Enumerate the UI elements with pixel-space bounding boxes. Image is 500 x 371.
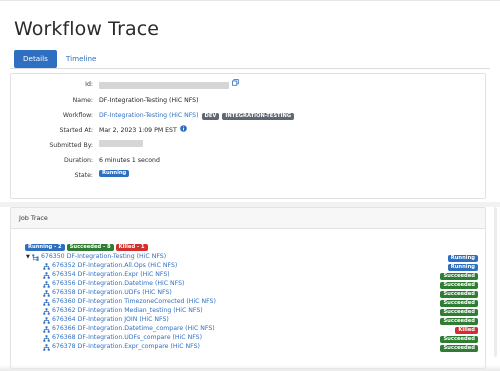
tree-job-link[interactable]: 676358 DF-Integration.UDFs (HiC NFS) <box>52 289 172 298</box>
id-label: Id: <box>85 81 93 88</box>
started-value: Mar 2, 2023 1:09 PM EST <box>99 127 177 134</box>
submitted-label: Submitted By: <box>49 142 93 149</box>
job-trace-header: Job Trace <box>11 208 485 229</box>
name-label: Name: <box>72 97 93 104</box>
state-row: State: Running <box>11 170 485 182</box>
tab-timeline[interactable]: Timeline <box>57 50 106 68</box>
summary-killed[interactable]: Killed - 1 <box>115 244 148 251</box>
tree-row: 676360 DF-Integration TimezoneCorrected … <box>11 298 485 307</box>
info-icon[interactable] <box>179 125 187 137</box>
job-trace-panel: Job Trace Running - 2 Succeeded - 8 Kill… <box>10 207 486 369</box>
tree-job-status: Succeeded <box>440 336 478 343</box>
caret-down-icon[interactable]: ▼ <box>26 253 30 262</box>
tree-job-status: Succeeded <box>440 345 478 352</box>
tree-job-link[interactable]: 676352 DF-Integration.All.Ops (HiC NFS) <box>52 262 177 271</box>
tree-job-link[interactable]: 676378 DF-Integration.Expr_compare (HiC … <box>52 343 200 352</box>
tree-row: 676352 DF-Integration.All.Ops (HiC NFS) … <box>11 262 485 271</box>
state-label: State: <box>74 172 93 179</box>
tree-job-link[interactable]: 676362 DF-Integration Median_testing (Hi… <box>52 307 203 316</box>
redacted-id <box>99 81 229 89</box>
tree-job-status: Succeeded <box>440 282 478 289</box>
duration-value: 6 minutes 1 second <box>99 157 160 164</box>
tree-job-status: Killed <box>455 327 478 334</box>
tree-job-status: Succeeded <box>440 318 478 325</box>
tree-job-link[interactable]: 676364 DF-Integration JOIN (HiC NFS) <box>52 316 169 325</box>
tree-row: 676364 DF-Integration JOIN (HiC NFS) Suc… <box>11 316 485 325</box>
tree-job-link[interactable]: 676368 DF-Integration.UDFs_compare (HiC … <box>52 334 202 343</box>
id-row: Id: <box>11 79 485 91</box>
details-panel: Id: Name: DF-Integration-Testing (HiC NF… <box>10 73 486 199</box>
status-summary: Running - 2 Succeeded - 8 Killed - 1 <box>25 244 148 251</box>
tree-root-row: ▼ 676350 DF-Integration-Testing (HiC NFS… <box>11 253 485 262</box>
tree-job-link[interactable]: 676356 DF-Integration.Datetime (HiC NFS) <box>52 280 184 289</box>
job-trace-title: Job Trace <box>19 214 48 222</box>
tree-root-status: Running <box>447 255 478 262</box>
workflow-label: Workflow: <box>62 112 93 119</box>
workflow-tag-integration: INTEGRATION-TESTING <box>222 112 295 120</box>
tree-root-link[interactable]: 676350 DF-Integration-Testing (HiC NFS) <box>41 253 166 262</box>
copy-icon[interactable] <box>232 79 239 91</box>
tab-details[interactable]: Details <box>14 50 57 68</box>
tree-row: 676366 DF-Integration.Datetime_compare (… <box>11 325 485 334</box>
submitted-row: Submitted By: <box>11 140 485 152</box>
top-border <box>0 0 500 1</box>
state-badge: Running <box>99 170 130 177</box>
scrollbar[interactable] <box>494 207 497 357</box>
summary-succeeded[interactable]: Succeeded - 8 <box>66 244 114 251</box>
tree-job-link[interactable]: 676366 DF-Integration.Datetime_compare (… <box>52 325 215 334</box>
tab-divider <box>10 68 490 69</box>
tree-job-status: Succeeded <box>440 291 478 298</box>
name-value: DF-Integration-Testing (HiC NFS) <box>99 97 199 104</box>
tree-job-status: Running <box>447 264 478 271</box>
workflow-link[interactable]: DF-Integration-Testing (HiC NFS) <box>99 110 199 122</box>
summary-running[interactable]: Running - 2 <box>25 244 65 251</box>
tree-row: 676354 DF-Integration.Expr (HiC NFS) Suc… <box>11 271 485 280</box>
tree-job-status: Succeeded <box>440 300 478 307</box>
redacted-submitter <box>99 140 143 147</box>
tree-row: 676356 DF-Integration.Datetime (HiC NFS)… <box>11 280 485 289</box>
name-row: Name: DF-Integration-Testing (HiC NFS) <box>11 95 485 107</box>
tree-job-status: Succeeded <box>440 273 478 280</box>
bottom-edge <box>0 365 500 371</box>
duration-label: Duration: <box>64 157 93 164</box>
tree-job-status: Succeeded <box>440 309 478 316</box>
workflow-row: Workflow: DF-Integration-Testing (HiC NF… <box>11 110 485 122</box>
tree-row: 676362 DF-Integration Median_testing (Hi… <box>11 307 485 316</box>
duration-row: Duration: 6 minutes 1 second <box>11 155 485 167</box>
hierarchy-icon <box>43 344 50 353</box>
started-label: Started At: <box>59 127 93 134</box>
tree-row: 676378 DF-Integration.Expr_compare (HiC … <box>11 343 485 352</box>
tree-row: 676358 DF-Integration.UDFs (HiC NFS) Suc… <box>11 289 485 298</box>
started-row: Started At: Mar 2, 2023 1:09 PM EST <box>11 125 485 137</box>
tree-job-link[interactable]: 676360 DF-Integration TimezoneCorrected … <box>52 298 216 307</box>
workflow-tag-dev: DEV <box>201 112 220 120</box>
tree-job-link[interactable]: 676354 DF-Integration.Expr (HiC NFS) <box>52 271 170 280</box>
tab-bar: Details Timeline <box>14 50 105 68</box>
page-title: Workflow Trace <box>14 18 160 40</box>
tree-row: 676368 DF-Integration.UDFs_compare (HiC … <box>11 334 485 343</box>
